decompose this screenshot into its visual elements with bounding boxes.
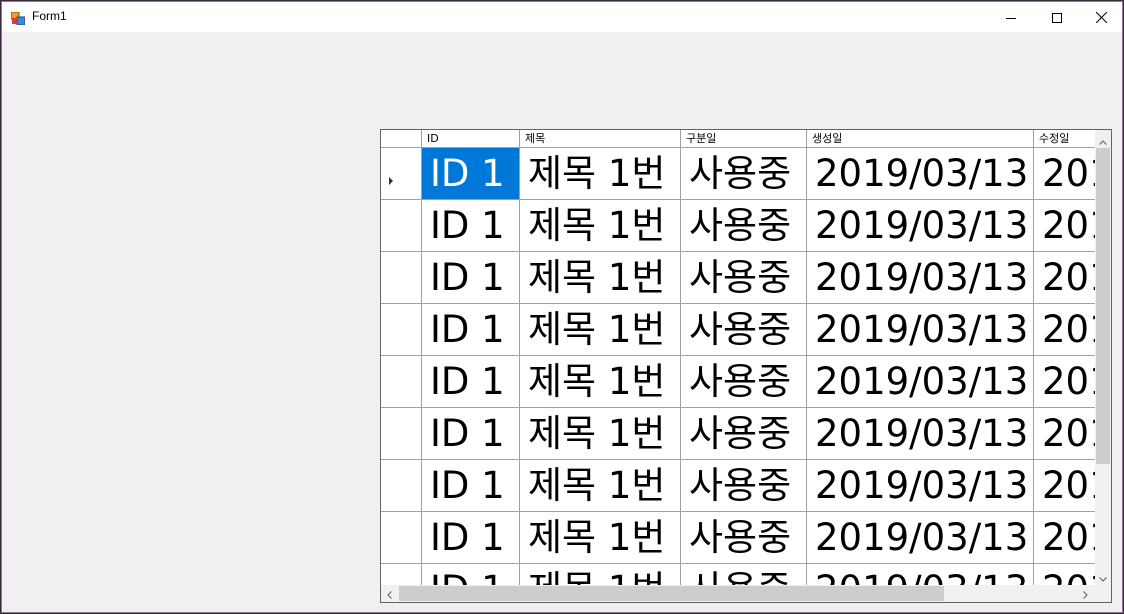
cell-modified-date[interactable]: 2019/03/13: [1034, 252, 1095, 304]
cell-id[interactable]: ID 1: [422, 512, 520, 564]
table-row[interactable]: ID 1제목 1번사용중2019/03/132019/03/13: [381, 408, 1095, 460]
row-header-cell[interactable]: [381, 460, 422, 512]
vertical-scroll-thumb[interactable]: [1096, 148, 1110, 464]
cell-modified-date[interactable]: 2019/03/13: [1034, 564, 1095, 585]
cell-status[interactable]: 사용중: [681, 200, 807, 252]
cell-id[interactable]: ID 1: [422, 304, 520, 356]
cell-modified-date[interactable]: 2019/03/13: [1034, 408, 1095, 460]
table-row[interactable]: ID 1제목 1번사용중2019/03/132019/03/13: [381, 148, 1095, 200]
column-header-modified-date[interactable]: 수정일: [1034, 130, 1095, 148]
table-row[interactable]: ID 1제목 1번사용중2019/03/132019/03/13: [381, 200, 1095, 252]
cell-status[interactable]: 사용중: [681, 408, 807, 460]
cell-title[interactable]: 제목 1번: [520, 356, 681, 408]
data-grid-view[interactable]: ID 제목 구분일 생성일 수정일 ID 1 제목 1번 사용중 2019/03/13…: [380, 129, 1112, 603]
column-header-id[interactable]: ID: [422, 130, 520, 148]
cell-title[interactable]: 제목 1번: [520, 512, 681, 564]
cell-modified-date[interactable]: 2019/03/13: [1034, 304, 1095, 356]
column-header-created-date[interactable]: 생성일: [807, 130, 1034, 148]
cell-id[interactable]: ID 1: [422, 408, 520, 460]
cell-created-date[interactable]: 2019/03/13: [807, 512, 1034, 564]
close-button[interactable]: [1078, 2, 1124, 32]
title-bar[interactable]: Form1: [2, 2, 1122, 32]
cell-title[interactable]: 제목 1번: [520, 200, 681, 252]
cell-modified-date[interactable]: 2019/03/13: [1034, 200, 1095, 252]
minimize-icon: [1006, 8, 1016, 27]
cell-title[interactable]: 제목 1번: [520, 408, 681, 460]
scroll-left-button[interactable]: [381, 585, 398, 602]
current-row-arrow-icon: [389, 170, 394, 189]
chevron-right-icon: [1083, 584, 1088, 602]
cell-created-date[interactable]: 2019/03/13: [807, 460, 1034, 512]
table-row[interactable]: ID 1제목 1번사용중2019/03/132019/03/13: [381, 460, 1095, 512]
table-row[interactable]: ID 1제목 1번사용중2019/03/132019/03/13: [381, 512, 1095, 564]
scrollbar-corner: [1095, 585, 1111, 602]
cell-status[interactable]: 사용중: [681, 304, 807, 356]
scroll-up-button[interactable]: [1095, 130, 1111, 148]
cell-id[interactable]: ID 1: [422, 200, 520, 252]
row-header-cell[interactable]: [381, 564, 422, 585]
maximize-button[interactable]: [1034, 2, 1080, 32]
column-header-title[interactable]: 제목: [520, 130, 681, 148]
window-title: Form1: [32, 9, 67, 23]
cell-title[interactable]: 제목 1번: [520, 252, 681, 304]
row-header-cell[interactable]: [381, 148, 422, 200]
cell-id[interactable]: ID 1: [422, 356, 520, 408]
minimize-button[interactable]: [988, 2, 1034, 32]
cell-modified-date[interactable]: 2019/03/13: [1034, 460, 1095, 512]
cell-created-date[interactable]: 2019/03/13: [807, 252, 1034, 304]
top-left-header-cell[interactable]: [381, 130, 422, 148]
close-icon: [1095, 8, 1107, 27]
column-header-row: ID 제목 구분일 생성일 수정일: [381, 130, 1095, 148]
cell-created-date[interactable]: 2019/03/13: [807, 356, 1034, 408]
cell-created-date[interactable]: 2019/03/13: [807, 200, 1034, 252]
table-row[interactable]: ID 1제목 1번사용중2019/03/132019/03/13: [381, 564, 1095, 585]
table-row[interactable]: ID 1제목 1번사용중2019/03/132019/03/13: [381, 252, 1095, 304]
vertical-scrollbar[interactable]: [1095, 130, 1111, 585]
table-row[interactable]: ID 1제목 1번사용중2019/03/132019/03/13: [381, 356, 1095, 408]
cell-id[interactable]: ID 1: [422, 252, 520, 304]
chevron-left-icon: [387, 584, 392, 602]
cell-created-date[interactable]: 2019/03/13: [807, 304, 1034, 356]
row-header-cell[interactable]: [381, 200, 422, 252]
cell-title[interactable]: 제목 1번: [520, 304, 681, 356]
cell-created-date[interactable]: 2019/03/13: [807, 148, 1034, 200]
row-header-cell[interactable]: [381, 408, 422, 460]
cell-created-date[interactable]: 2019/03/13: [807, 408, 1034, 460]
cell-modified-date[interactable]: 2019/03/13: [1034, 512, 1095, 564]
scroll-right-button[interactable]: [1077, 585, 1094, 602]
cell-status[interactable]: 사용중: [681, 148, 807, 200]
row-header-cell[interactable]: [381, 304, 422, 356]
form1-window: Form1 ID 제목 구분일 생성일 수정일 ID 1 제목 1번 사용중 2…: [1, 1, 1123, 613]
grid-viewport: ID 제목 구분일 생성일 수정일 ID 1 제목 1번 사용중 2019/03/13…: [381, 130, 1095, 585]
cell-modified-date[interactable]: 2019/03/13: [1034, 356, 1095, 408]
row-header-cell[interactable]: [381, 252, 422, 304]
cell-status[interactable]: 사용중: [681, 512, 807, 564]
horizontal-scroll-thumb[interactable]: [399, 586, 944, 601]
scroll-down-button[interactable]: [1095, 567, 1111, 585]
cell-created-date[interactable]: 2019/03/13: [807, 564, 1034, 585]
cell-title[interactable]: 제목 1번: [520, 148, 681, 200]
form-app-icon: [10, 10, 26, 26]
chevron-down-icon: [1099, 567, 1107, 586]
maximize-icon: [1052, 8, 1062, 27]
cell-status[interactable]: 사용중: [681, 460, 807, 512]
cell-status[interactable]: 사용중: [681, 564, 807, 585]
cell-title[interactable]: 제목 1번: [520, 564, 681, 585]
cell-title[interactable]: 제목 1번: [520, 460, 681, 512]
row-header-cell[interactable]: [381, 356, 422, 408]
cell-status[interactable]: 사용중: [681, 252, 807, 304]
cell-status[interactable]: 사용중: [681, 356, 807, 408]
row-header-cell[interactable]: [381, 512, 422, 564]
cell-id[interactable]: ID 1: [422, 564, 520, 585]
chevron-up-icon: [1099, 130, 1107, 149]
column-header-category-date[interactable]: 구분일: [681, 130, 807, 148]
cell-modified-date[interactable]: 2019/03/13: [1034, 148, 1095, 200]
cell-id[interactable]: ID 1: [422, 460, 520, 512]
horizontal-scrollbar[interactable]: [381, 585, 1095, 602]
cell-id[interactable]: ID 1: [422, 148, 520, 200]
table-row[interactable]: ID 1제목 1번사용중2019/03/132019/03/13: [381, 304, 1095, 356]
